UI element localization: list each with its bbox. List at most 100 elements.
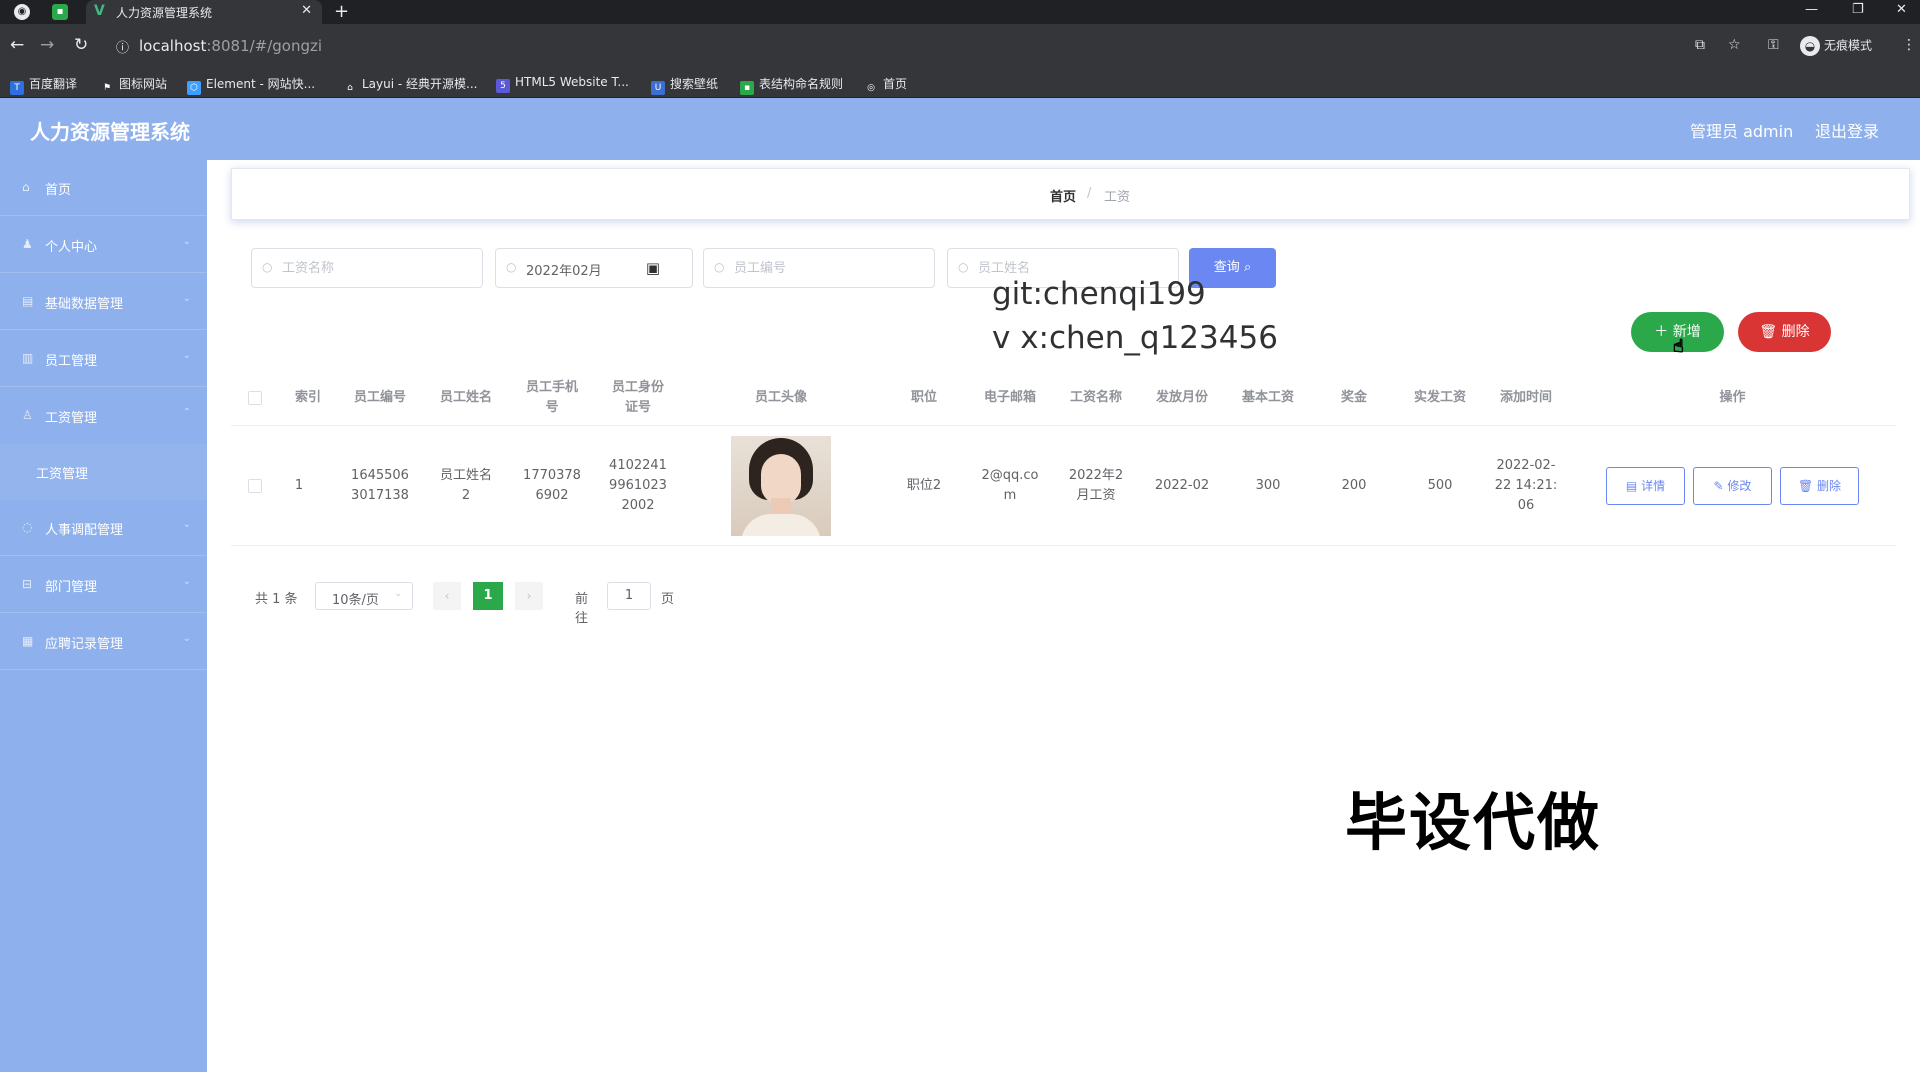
logout-link[interactable]: 退出登录	[1815, 118, 1879, 142]
restore-icon[interactable]: ❐	[1852, 2, 1864, 17]
cell-position: 职位2	[906, 477, 942, 493]
emp-no-input[interactable]	[734, 257, 874, 279]
sidebar: ⌂ 首页 ♟ 个人中心 ⌄ ▤ 基础数据管理 ⌄ ▥ 员工管理 ⌄ ♙ 工资管理…	[0, 160, 207, 1072]
sidebar-item-staff[interactable]: ▥ 员工管理 ⌄	[0, 331, 207, 387]
sidebar-item-profile[interactable]: ♟ 个人中心 ⌄	[0, 217, 207, 273]
sidebar-item-basic-data[interactable]: ▤ 基础数据管理 ⌄	[0, 274, 207, 330]
close-window-icon[interactable]: ✕	[1896, 2, 1907, 17]
next-page-button[interactable]: ›	[515, 582, 543, 610]
emp-no-search[interactable]: ○	[703, 248, 935, 288]
mouse-pointer-icon: ☝	[1673, 336, 1685, 358]
salary-name-input[interactable]	[282, 257, 422, 279]
table-header-row: 索引 员工编号 员工姓名 员工手机号 员工身份证号 员工头像 职位 电子邮箱 工…	[231, 370, 1896, 426]
bookmark-item[interactable]: U 搜索壁纸	[651, 75, 718, 95]
month-picker[interactable]: ○ 2022年02月 ▣	[495, 248, 693, 288]
bookmark-item[interactable]: ◎ 首页	[864, 75, 907, 95]
edit-button[interactable]: ✎ 修改	[1693, 466, 1772, 505]
browser-menu-icon[interactable]: ⋮	[1902, 37, 1916, 53]
reload-icon[interactable]: ↻	[74, 35, 88, 55]
site-info-icon[interactable]: ⓘ	[116, 37, 129, 56]
goto-page-input[interactable]: 1	[607, 582, 651, 610]
sidebar-item-label: 个人中心	[45, 240, 98, 255]
bookmark-item[interactable]: ⬡ Element - 网站快...	[187, 75, 315, 95]
chrome-menu-icon[interactable]: ◉	[14, 4, 30, 20]
corner-watermark: 毕设代做	[1345, 786, 1602, 859]
browser-tab-active[interactable]: V 人力资源管理系统 ✕	[86, 0, 322, 24]
select-all-cell	[231, 370, 279, 425]
back-icon[interactable]: ←	[10, 35, 24, 55]
sidebar-item-label: 部门管理	[45, 580, 98, 595]
minimize-icon[interactable]: —	[1805, 2, 1818, 17]
breadcrumb-home[interactable]: 首页	[1050, 186, 1076, 205]
bookmark-star-icon[interactable]: ☆	[1728, 37, 1741, 53]
page-size-select[interactable]: 10条/页 ⌄	[315, 582, 413, 610]
pinned-tab-icon[interactable]: ▪	[52, 4, 68, 20]
detail-button-label: 详情	[1641, 478, 1666, 493]
incognito-icon: ◒	[1800, 36, 1820, 56]
key-icon[interactable]: ⚿	[1768, 37, 1779, 53]
chevron-down-icon: ⌄	[182, 236, 191, 247]
bookmark-item[interactable]: ▪ 表结构命名规则	[740, 75, 843, 95]
bookmark-item[interactable]: ⌂ Layui - 经典开源模...	[343, 75, 477, 95]
prev-page-button[interactable]: ‹	[433, 582, 461, 610]
browser-tabbar: ◉ ▪ V 人力资源管理系统 ✕ + — ❐ ✕	[0, 0, 1920, 24]
row-delete-button[interactable]: 🗑 删除	[1780, 466, 1859, 505]
employee-avatar	[731, 435, 831, 536]
bookmark-item[interactable]: T 百度翻译	[10, 75, 77, 95]
column-header: 员工手机号	[525, 379, 578, 415]
sidebar-item-label: 员工管理	[45, 354, 98, 369]
page-size-value: 10条/页	[332, 593, 379, 608]
new-tab-icon[interactable]: +	[334, 1, 349, 22]
user-icon: ♟	[22, 237, 33, 251]
column-header: 发放月份	[1155, 389, 1208, 405]
salary-name-search[interactable]: ○	[251, 248, 483, 288]
column-header: 索引	[294, 389, 321, 405]
flag-icon: ⚑	[100, 81, 114, 95]
vue-favicon-icon: V	[94, 3, 105, 19]
url-field[interactable]: localhost:8081/#/gongzi	[139, 37, 322, 55]
chevron-down-icon: ⌄	[182, 576, 191, 587]
transfer-icon: ◌	[22, 520, 33, 534]
select-all-checkbox[interactable]	[248, 390, 262, 405]
cell-added-time: 2022-02-22 14:21:06	[1494, 457, 1558, 513]
sidebar-item-home[interactable]: ⌂ 首页	[0, 160, 207, 216]
page-number[interactable]: 1	[473, 582, 503, 610]
column-header: 员工姓名	[439, 389, 492, 405]
sidebar-item-salary[interactable]: ♙ 工资管理 ⌃	[0, 388, 207, 444]
batch-delete-button[interactable]: 🗑 删除	[1738, 312, 1831, 352]
cell-month: 2022-02	[1154, 477, 1210, 493]
breadcrumb: 首页 / 工资	[231, 168, 1910, 220]
translate-icon[interactable]: ⧉	[1695, 37, 1705, 53]
sidebar-item-transfer[interactable]: ◌ 人事调配管理 ⌄	[0, 500, 207, 556]
record-icon: ▦	[22, 634, 34, 648]
admin-label: 管理员 admin	[1690, 122, 1794, 141]
goto-label: 前往	[575, 592, 589, 626]
delete-button-label: 删除	[1781, 324, 1810, 340]
bookmark-item[interactable]: 5 HTML5 Website T...	[496, 75, 629, 93]
incognito-indicator[interactable]: ◒ 无痕模式	[1800, 36, 1872, 56]
watermark-line2: v x:chen_q123456	[992, 320, 1278, 356]
bookmark-item[interactable]: ⚑ 图标网站	[100, 75, 167, 95]
address-bar: ← → ↻ ⓘ localhost:8081/#/gongzi ⧉ ☆ ⚿ ◒ 无…	[0, 24, 1920, 68]
tab-close-icon[interactable]: ✕	[301, 3, 312, 18]
cell-phone: 17703786902	[523, 467, 581, 503]
cell-id-card: 410224199610232002	[609, 457, 667, 513]
row-checkbox[interactable]	[248, 478, 262, 493]
calendar-icon[interactable]: ▣	[646, 259, 660, 277]
search-icon: ○	[262, 260, 273, 274]
forward-icon[interactable]: →	[40, 35, 54, 55]
sidebar-subitem-salary[interactable]: 工资管理	[0, 444, 207, 500]
data-icon: ▤	[22, 294, 34, 308]
column-header: 操作	[1719, 389, 1746, 405]
avatar-body	[741, 513, 821, 536]
column-header: 工资名称	[1069, 389, 1122, 405]
trash-icon: 🗑	[1759, 324, 1782, 340]
sidebar-item-label: 基础数据管理	[45, 297, 124, 312]
cell-actions: ▤ 详情 ✎ 修改 🗑 删除	[1569, 426, 1896, 545]
sidebar-item-department[interactable]: ⊟ 部门管理 ⌄	[0, 557, 207, 613]
breadcrumb-separator: /	[1087, 186, 1092, 201]
sidebar-item-recruit-records[interactable]: ▦ 应聘记录管理 ⌄	[0, 614, 207, 670]
cell-bonus: 200	[1341, 477, 1367, 493]
column-header: 员工编号	[353, 389, 406, 405]
detail-button[interactable]: ▤ 详情	[1606, 466, 1685, 505]
